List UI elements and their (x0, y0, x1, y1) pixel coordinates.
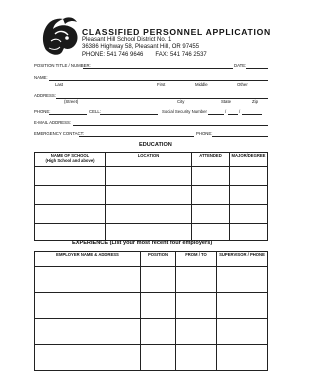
employer-cell[interactable] (34, 266, 141, 293)
ssn-label: Social Security Number (162, 109, 207, 114)
address-street-caption: (Street) (64, 99, 79, 104)
table-row (34, 344, 268, 371)
table-row (34, 166, 268, 186)
position-cell[interactable] (140, 292, 176, 319)
ssn-part-1-field[interactable] (208, 114, 224, 115)
school-cell[interactable] (34, 166, 106, 186)
district-name: Pleasant Hill School District No. 1 (82, 37, 172, 43)
phone-label: PHONE: (34, 109, 51, 114)
table-row (34, 204, 268, 224)
address-zip-caption: Zip (252, 99, 258, 104)
experience-col-dates: FROM / TO (175, 251, 217, 267)
cell-field[interactable] (100, 114, 158, 115)
date-label: DATE: (234, 63, 247, 68)
location-cell[interactable] (105, 223, 192, 241)
experience-col-employer: EMPLOYER NAME & ADDRESS (34, 251, 141, 267)
education-col-major: MAJOR/DEGREE (229, 152, 268, 167)
address-label: ADDRESS: (34, 93, 56, 98)
district-address: 36386 Highway 58, Pleasant Hill, OR 9745… (82, 44, 200, 51)
experience-heading: EXPERIENCE (List your most recent four e… (72, 240, 213, 246)
education-heading: EDUCATION (139, 142, 172, 148)
employer-cell[interactable] (34, 344, 141, 371)
major-cell[interactable] (229, 166, 268, 186)
district-fax: FAX: 541 746 2537 (155, 51, 207, 58)
goat-logo (42, 17, 78, 55)
supervisor-cell[interactable] (216, 266, 268, 293)
address-field[interactable] (56, 98, 268, 99)
date-field[interactable] (246, 68, 268, 69)
emergency-contact-field[interactable] (79, 136, 194, 137)
position-cell[interactable] (140, 318, 176, 345)
name-label: NAME: (34, 75, 48, 80)
supervisor-cell[interactable] (216, 344, 268, 371)
major-cell[interactable] (229, 223, 268, 241)
dates-cell[interactable] (175, 344, 217, 371)
location-cell[interactable] (105, 166, 192, 186)
attended-cell[interactable] (191, 204, 230, 224)
position-cell[interactable] (140, 266, 176, 293)
experience-header-row: EMPLOYER NAME & ADDRESS POSITION FROM / … (34, 251, 268, 267)
major-cell[interactable] (229, 185, 268, 205)
name-first-caption: First (157, 82, 166, 87)
contact-line: PHONE: 541 746 9646 FAX: 541 746 2537 (82, 52, 271, 59)
letterhead: CLASSIFIED PERSONNEL APPLICATION Pleasan… (82, 28, 271, 59)
emergency-contact-label: EMERGENCY CONTACT: (34, 131, 84, 136)
table-row (34, 318, 268, 345)
email-label: E-MAIL ADDRESS: (34, 120, 72, 125)
ssn-part-3-field[interactable] (242, 114, 262, 115)
name-last-caption: Last (55, 82, 64, 87)
dates-cell[interactable] (175, 266, 217, 293)
district-phone: PHONE: 541 746 9646 (82, 51, 144, 58)
ssn-separator-2: / (239, 109, 241, 114)
emergency-phone-label: PHONE: (196, 131, 213, 136)
phone-field[interactable] (49, 114, 87, 115)
table-row (34, 266, 268, 293)
position-cell[interactable] (140, 344, 176, 371)
dates-cell[interactable] (175, 318, 217, 345)
supervisor-cell[interactable] (216, 292, 268, 319)
employer-cell[interactable] (34, 318, 141, 345)
dates-cell[interactable] (175, 292, 217, 319)
experience-col-position: POSITION (140, 251, 176, 267)
major-cell[interactable] (229, 204, 268, 224)
education-col-attended: ATTENDED (191, 152, 230, 167)
form-title: CLASSIFIED PERSONNEL APPLICATION (82, 27, 271, 37)
position-field[interactable] (83, 68, 233, 69)
location-cell[interactable] (105, 185, 192, 205)
name-field[interactable] (49, 80, 268, 81)
email-field[interactable] (73, 125, 268, 126)
name-middle-caption: Middle (195, 82, 208, 87)
emergency-phone-field[interactable] (212, 136, 268, 137)
attended-cell[interactable] (191, 185, 230, 205)
employer-cell[interactable] (34, 292, 141, 319)
application-page: CLASSIFIED PERSONNEL APPLICATION Pleasan… (0, 0, 298, 386)
experience-col-supervisor: SUPERVISOR / PHONE (216, 251, 268, 267)
attended-cell[interactable] (191, 166, 230, 186)
table-row (34, 292, 268, 319)
name-other-caption: Other (237, 82, 248, 87)
supervisor-cell[interactable] (216, 318, 268, 345)
school-cell[interactable] (34, 223, 106, 241)
attended-cell[interactable] (191, 223, 230, 241)
location-cell[interactable] (105, 204, 192, 224)
address-city-caption: City (177, 99, 185, 104)
school-cell[interactable] (34, 204, 106, 224)
address-state-caption: State (221, 99, 232, 104)
education-table: NAME OF SCHOOL (High School and above) L… (34, 152, 268, 241)
education-col-location: LOCATION (105, 152, 192, 167)
ssn-separator-1: / (225, 109, 227, 114)
education-header-row: NAME OF SCHOOL (High School and above) L… (34, 152, 268, 167)
table-row (34, 185, 268, 205)
school-cell[interactable] (34, 185, 106, 205)
education-col-school: NAME OF SCHOOL (High School and above) (34, 152, 106, 167)
ssn-part-2-field[interactable] (228, 114, 238, 115)
table-row (34, 223, 268, 241)
experience-table: EMPLOYER NAME & ADDRESS POSITION FROM / … (34, 251, 268, 371)
